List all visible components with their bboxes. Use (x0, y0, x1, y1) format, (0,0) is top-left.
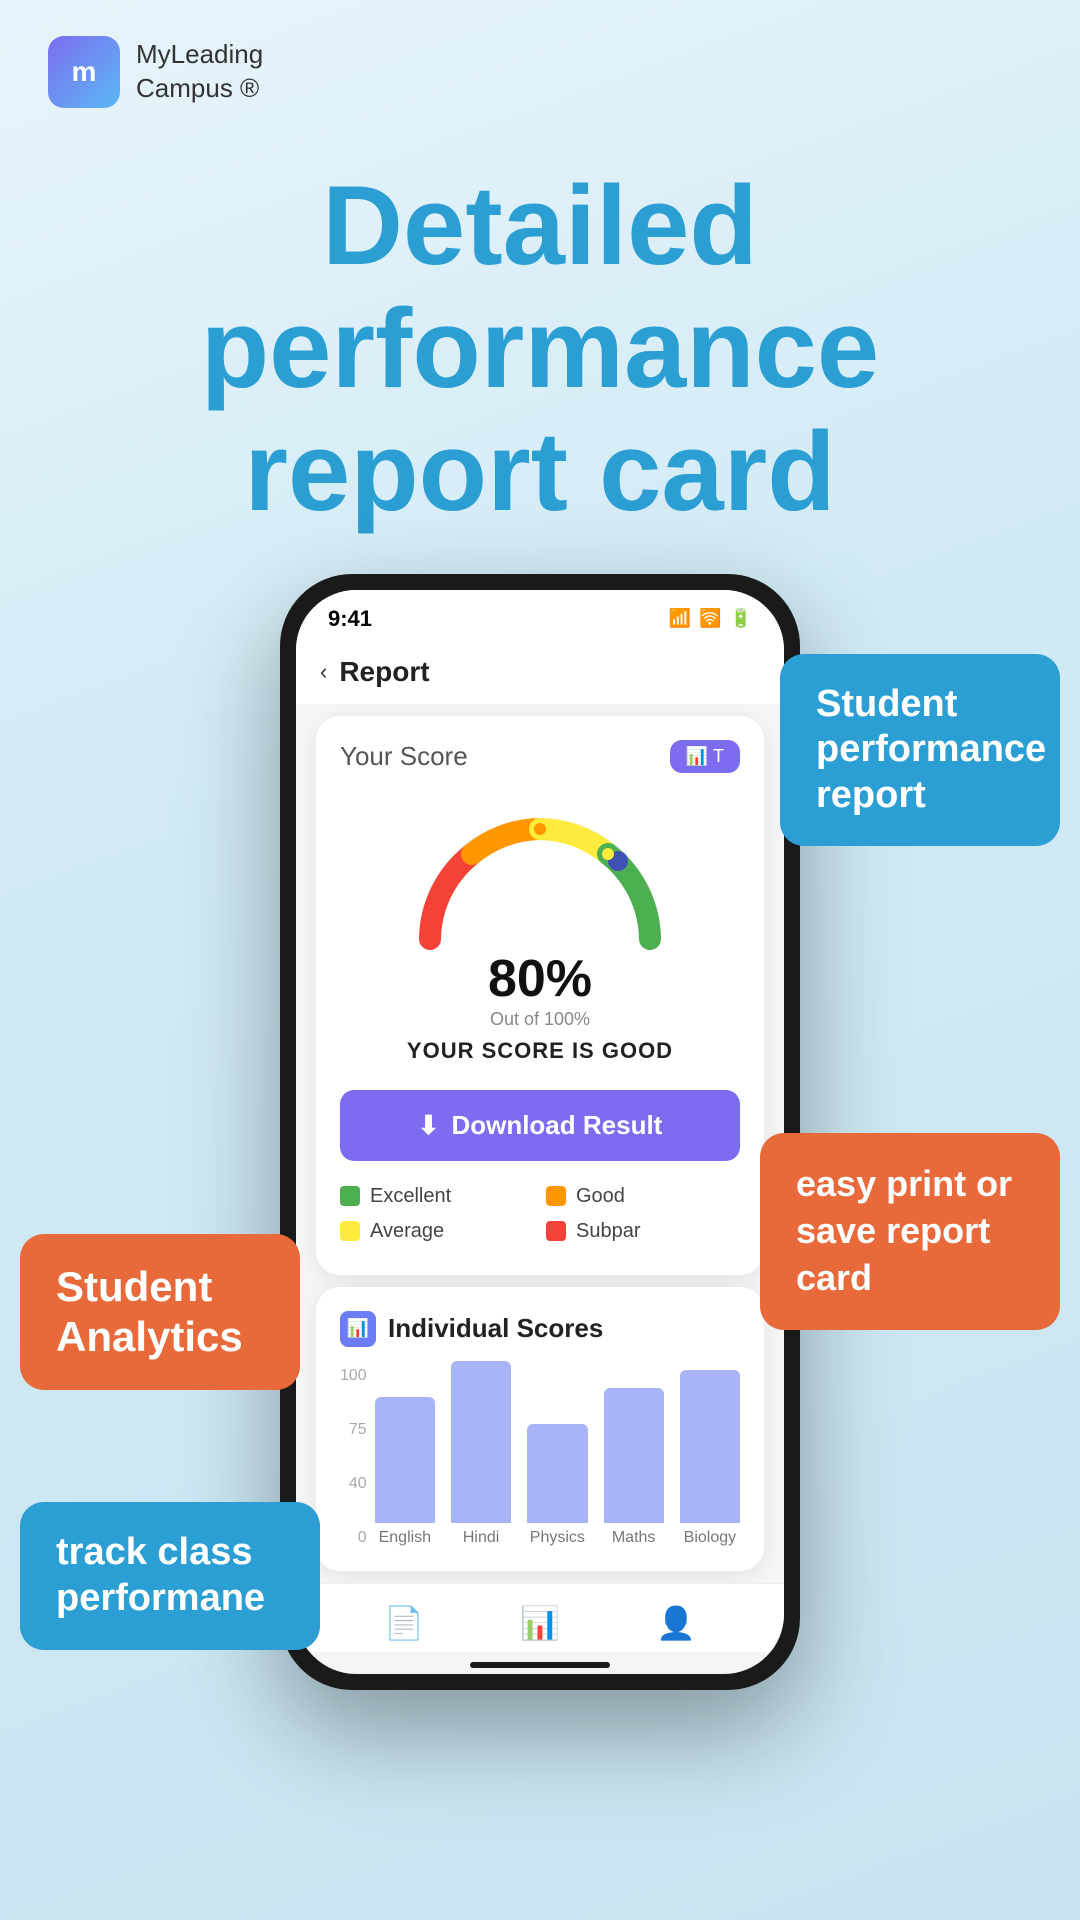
legend-average: Average (340, 1220, 534, 1243)
bubble-track-class: track class performane (20, 1502, 320, 1649)
gauge-container: 80% Out of 100% YOUR SCORE IS GOOD (340, 789, 740, 1074)
bottom-nav: 📄 📊 👤 (296, 1583, 784, 1652)
status-time: 9:41 (328, 606, 372, 632)
y-axis: 100 75 40 0 (340, 1367, 367, 1547)
header: m MyLeading Campus ® (0, 0, 1080, 144)
bar-hindi-fill (451, 1361, 511, 1523)
score-header: Your Score 📊 T (340, 740, 740, 773)
back-button[interactable]: ‹ (320, 659, 327, 685)
score-card: Your Score 📊 T (316, 716, 764, 1275)
phone-screen: 9:41 📶 🛜 🔋 ‹ Report Your Score 📊 T (296, 590, 784, 1674)
bar-biology-fill (680, 1370, 740, 1523)
wifi-icon: 🛜 (699, 608, 721, 629)
bubble-easy-print: easy print or save report card (760, 1133, 1060, 1329)
legend-subpar: Subpar (546, 1220, 740, 1243)
gauge-percent: 80% (488, 949, 592, 1009)
excellent-dot (340, 1186, 360, 1206)
bar-physics-fill (527, 1424, 587, 1523)
bars-container: English Hindi Physics Maths (375, 1367, 740, 1547)
bubble-student-analytics: Student Analytics (20, 1234, 300, 1391)
subpar-dot (546, 1221, 566, 1241)
gauge-chart (400, 799, 680, 959)
gauge-message: YOUR SCORE IS GOOD (407, 1038, 673, 1064)
bar-biology: Biology (680, 1370, 740, 1547)
hero-title: Detailed performance report card (60, 164, 1020, 534)
score-label: Your Score (340, 741, 468, 772)
status-icons: 📶 🛜 🔋 (669, 608, 752, 629)
bar-hindi: Hindi (451, 1361, 511, 1547)
logo: m (48, 36, 120, 108)
section-title: Individual Scores (388, 1313, 603, 1344)
download-result-button[interactable]: ⬇ Download Result (340, 1090, 740, 1161)
individual-scores-section: 📊 Individual Scores 100 75 40 0 Englis (316, 1287, 764, 1571)
status-bar: 9:41 📶 🛜 🔋 (296, 590, 784, 640)
bar-chart: 100 75 40 0 English Hindi (340, 1367, 740, 1547)
battery-icon: 🔋 (730, 608, 752, 629)
nav-profile-icon[interactable]: 👤 (656, 1604, 696, 1642)
nav-report-icon[interactable]: 📄 (384, 1604, 424, 1642)
phone-frame: 9:41 📶 🛜 🔋 ‹ Report Your Score 📊 T (280, 574, 800, 1690)
bar-physics: Physics (527, 1424, 587, 1547)
legend: Excellent Good Average Subpar (340, 1177, 740, 1251)
chart-icon: 📊 (340, 1311, 376, 1347)
bubble-student-performance: Student performance report (780, 654, 1060, 847)
section-header: 📊 Individual Scores (340, 1311, 740, 1347)
brand-name: MyLeading Campus ® (136, 38, 263, 106)
app-nav: ‹ Report (296, 640, 784, 704)
bar-english: English (375, 1397, 435, 1547)
phone-area: Student performance report Student Analy… (0, 574, 1080, 1750)
home-indicator (470, 1662, 610, 1668)
download-icon: ⬇ (418, 1110, 440, 1141)
legend-good: Good (546, 1185, 740, 1208)
nav-title: Report (339, 656, 429, 688)
score-tab[interactable]: 📊 T (670, 740, 740, 773)
bar-maths: Maths (604, 1388, 664, 1547)
good-dot (546, 1186, 566, 1206)
legend-excellent: Excellent (340, 1185, 534, 1208)
signal-icon: 📶 (669, 608, 691, 629)
nav-chart-icon[interactable]: 📊 (520, 1604, 560, 1642)
gauge-out-of: Out of 100% (490, 1009, 590, 1030)
hero-section: Detailed performance report card (0, 144, 1080, 574)
bar-english-fill (375, 1397, 435, 1523)
average-dot (340, 1221, 360, 1241)
bar-maths-fill (604, 1388, 664, 1523)
